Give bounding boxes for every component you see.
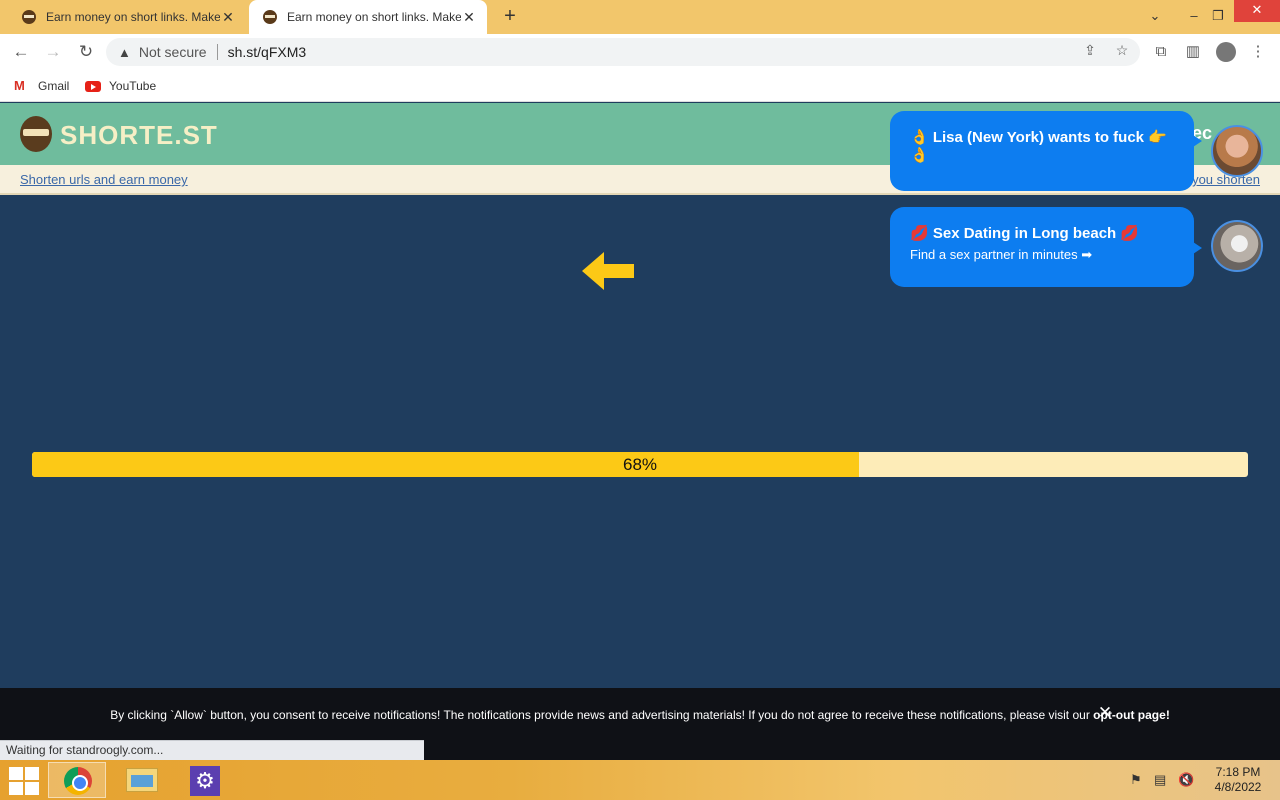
file-explorer-icon xyxy=(126,768,158,792)
progress-bar: 68% xyxy=(32,452,1248,477)
notification-title[interactable]: 👌 Lisa (New York) wants to fuck 👉👌 xyxy=(910,129,1174,165)
chrome-icon xyxy=(64,767,92,795)
shortest-favicon-icon xyxy=(22,10,36,24)
browser-toolbar: ← → ↻ ▲ Not secure sh.st/qFXM3 ⇪ ☆ ⧉ ▥ ⋮ xyxy=(0,34,1280,70)
notification-subtitle[interactable]: Find a sex partner in minutes ➡ xyxy=(910,247,1174,263)
address-bar[interactable]: ▲ Not secure sh.st/qFXM3 xyxy=(106,38,1140,66)
omnibox-divider xyxy=(216,44,218,60)
consent-close-icon[interactable]: ✕ xyxy=(1097,704,1113,722)
profile-icon[interactable] xyxy=(1216,42,1236,62)
site-logo[interactable]: SHORTE.ST xyxy=(60,120,218,151)
side-panel-icon[interactable]: ▥ xyxy=(1181,40,1205,64)
shorten-urls-link[interactable]: Shorten urls and earn money xyxy=(20,172,188,187)
bookmark-youtube[interactable]: YouTube xyxy=(85,76,156,96)
taskbar-clock[interactable]: 7:18 PM 4/8/2022 xyxy=(1206,765,1270,795)
consent-suffix: ! xyxy=(1165,708,1170,722)
youtube-icon xyxy=(85,80,101,92)
tab-1[interactable]: Earn money on short links. Make ✕ xyxy=(8,0,246,34)
notification-avatar[interactable] xyxy=(1211,220,1263,272)
clock-date: 4/8/2022 xyxy=(1214,780,1262,794)
close-tab-icon[interactable]: ✕ xyxy=(220,9,236,26)
action-center-flag-icon[interactable]: ⚑ xyxy=(1130,772,1142,788)
url-text[interactable]: sh.st/qFXM3 xyxy=(228,44,307,60)
bookmark-label: Gmail xyxy=(38,79,70,93)
consent-text: By clicking `Allow` button, you consent … xyxy=(110,708,1094,722)
notification-tail xyxy=(1190,133,1202,149)
extensions-icon[interactable]: ⧉ xyxy=(1149,40,1173,64)
warning-icon[interactable]: ▲ xyxy=(118,45,131,60)
notification-title[interactable]: 💋 Sex Dating in Long beach 💋 xyxy=(910,225,1174,243)
close-tab-icon[interactable]: ✕ xyxy=(461,9,477,26)
notification-popup[interactable]: 💋 Sex Dating in Long beach 💋 Find a sex … xyxy=(890,207,1194,287)
back-icon[interactable]: ← xyxy=(9,40,33,64)
network-icon[interactable]: ▤ xyxy=(1154,772,1166,788)
arrow-left-icon xyxy=(582,252,634,290)
security-label[interactable]: Not secure xyxy=(139,44,207,60)
ninja-logo-icon[interactable] xyxy=(20,116,52,152)
forward-icon[interactable]: → xyxy=(41,40,65,64)
bookmarks-bar: M Gmail YouTube xyxy=(0,70,1280,102)
tab-strip: Earn money on short links. Make ✕ Earn m… xyxy=(0,0,1280,34)
maximize-button[interactable]: ❐ xyxy=(1200,0,1236,34)
tab-search-icon[interactable]: ⌄ xyxy=(1137,0,1173,34)
notification-popup[interactable]: 👌 Lisa (New York) wants to fuck 👉👌 xyxy=(890,111,1194,191)
tab-title: Earn money on short links. Make xyxy=(46,10,220,24)
reload-icon[interactable]: ↻ xyxy=(74,40,98,64)
notification-avatar[interactable] xyxy=(1211,125,1263,177)
new-tab-button[interactable]: + xyxy=(498,5,522,29)
notification-tail xyxy=(1190,240,1202,256)
bookmark-gmail[interactable]: M Gmail xyxy=(14,76,69,96)
taskbar-chrome[interactable] xyxy=(48,762,106,798)
progress-label: 68% xyxy=(622,455,658,474)
volume-muted-icon[interactable]: 🔇 xyxy=(1178,772,1194,788)
browser-status-bar: Waiting for standroogly.com... xyxy=(0,740,424,760)
tab-2[interactable]: Earn money on short links. Make ✕ xyxy=(249,0,487,34)
windows-taskbar: ⚙ xyxy=(0,760,1280,800)
bookmark-star-icon[interactable]: ☆ xyxy=(1112,40,1132,60)
menu-icon[interactable]: ⋮ xyxy=(1246,40,1270,64)
taskbar-file-explorer[interactable] xyxy=(113,762,171,798)
close-window-button[interactable]: ✕ xyxy=(1234,0,1280,22)
gmail-icon: M xyxy=(14,78,25,93)
tab-title: Earn money on short links. Make xyxy=(287,10,461,24)
bookmark-label: YouTube xyxy=(109,79,157,93)
control-panel-icon: ⚙ xyxy=(190,766,220,796)
taskbar-control-panel[interactable]: ⚙ xyxy=(176,762,234,798)
start-button[interactable] xyxy=(6,764,40,796)
share-icon[interactable]: ⇪ xyxy=(1080,40,1100,60)
shortest-favicon-icon xyxy=(263,10,277,24)
clock-time: 7:18 PM xyxy=(1215,765,1261,779)
